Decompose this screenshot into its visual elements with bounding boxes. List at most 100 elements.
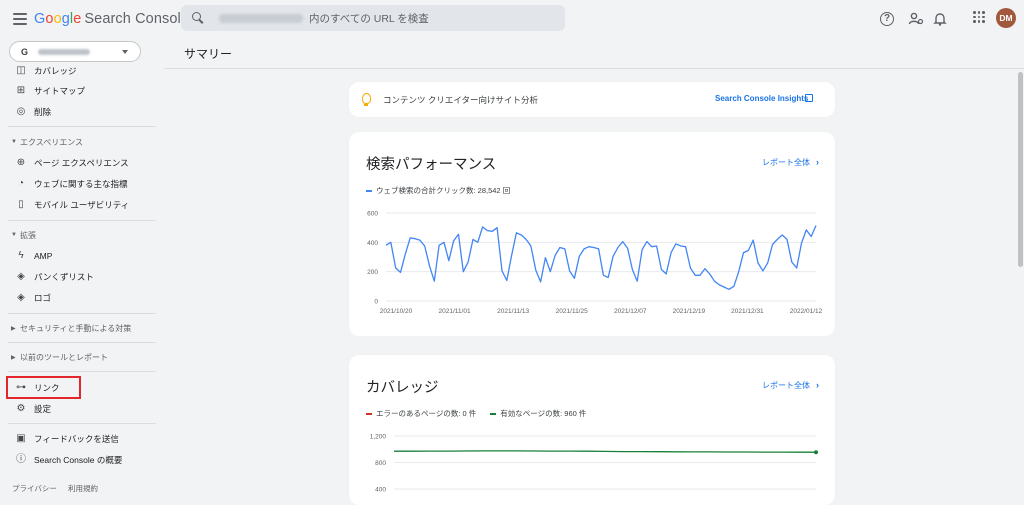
- x-tick-label: 2021/12/31: [731, 308, 764, 315]
- caret-down-icon: ▼: [11, 139, 17, 145]
- sidebar-item-breadcrumbs[interactable]: ◈ パンくずリスト: [0, 267, 164, 287]
- redacted-property: [38, 48, 91, 55]
- divider: [8, 313, 156, 314]
- x-tick-label: 2022/01/12: [790, 308, 823, 315]
- y-tick-label: 600: [367, 211, 378, 218]
- search-icon: [191, 11, 205, 25]
- divider: [8, 342, 156, 343]
- page-header: サマリー: [164, 38, 1024, 69]
- sidebar-item-page-experience[interactable]: ⊕ ページ エクスペリエンス: [0, 153, 164, 173]
- section-enhancements[interactable]: ▼ 拡張: [0, 227, 164, 243]
- divider: [8, 126, 156, 127]
- y-tick-label: 0: [374, 299, 378, 306]
- y-tick-label: 400: [367, 240, 378, 247]
- highlight-box: [6, 376, 81, 399]
- property-icon: G: [21, 46, 29, 57]
- insights-card[interactable]: コンテンツ クリエイター向けサイト分析 Search Console Insig…: [349, 82, 835, 117]
- end-point-marker: [814, 450, 818, 455]
- coverage-card: カバレッジ レポート全体 › エラーのあるページの数: 0 件 有効なページの数:…: [349, 355, 835, 505]
- avatar[interactable]: DM: [996, 8, 1016, 28]
- logo-icon: ◈: [17, 292, 25, 303]
- menu-icon[interactable]: [10, 9, 30, 29]
- section-label: エクスペリエンス: [20, 137, 84, 147]
- property-selector[interactable]: G: [9, 41, 141, 62]
- sidebar-item-label: AMP: [34, 251, 53, 261]
- privacy-link[interactable]: プライバシー: [12, 484, 57, 493]
- app-logo[interactable]: Google Search Console: [34, 11, 189, 27]
- section-security[interactable]: ▶ セキュリティと手動による対策: [0, 320, 164, 336]
- logo-letter: g: [61, 11, 70, 27]
- section-label: 以前のツールとレポート: [20, 352, 108, 362]
- search-placeholder: 内のすべての URL を検査: [309, 12, 429, 25]
- lightbulb-icon: [362, 93, 371, 106]
- caret-right-icon: ▶: [11, 325, 16, 332]
- breadcrumb-icon: ◈: [17, 271, 25, 282]
- notifications-bell-icon[interactable]: [931, 10, 949, 28]
- sidebar-item-amp[interactable]: ϟ AMP: [0, 246, 164, 266]
- redacted-domain: [219, 13, 303, 23]
- sidebar-item-coverage[interactable]: ◫ カバレッジ: [0, 61, 164, 81]
- section-label: 拡張: [20, 230, 36, 240]
- manage-users-icon[interactable]: [907, 10, 925, 28]
- amp-icon: ϟ: [18, 250, 24, 261]
- x-tick-label: 2021/12/19: [673, 308, 706, 315]
- sidebar-item-sitemaps[interactable]: ⊞ サイトマップ: [0, 81, 164, 101]
- x-tick-label: 2021/11/13: [497, 308, 529, 315]
- sidebar-item-label: 削除: [34, 107, 52, 117]
- x-tick-label: 2021/12/07: [614, 308, 647, 315]
- sidebar-item-settings[interactable]: ⚙ 設定: [0, 399, 164, 419]
- x-tick-label: 2021/11/01: [439, 308, 471, 315]
- sidebar-item-about[interactable]: ⓘ Search Console の概要: [0, 450, 164, 470]
- sidebar-item-feedback[interactable]: ▣ フィードバックを送信: [0, 429, 164, 449]
- caret-down-icon: ▼: [11, 232, 17, 238]
- removal-icon: ◎: [16, 106, 26, 117]
- coverage-chart: 400 800 1,200: [370, 434, 818, 494]
- caret-right-icon: ▶: [11, 354, 16, 361]
- page-title: サマリー: [184, 47, 233, 61]
- x-tick-label: 2021/10/20: [380, 308, 413, 315]
- divider: [8, 220, 156, 221]
- insights-link[interactable]: Search Console Insights: [715, 94, 808, 103]
- settings-icon: ⚙: [16, 403, 26, 414]
- sidebar-item-label: モバイル ユーザビリティ: [34, 200, 130, 210]
- sidebar-item-label: ロゴ: [34, 293, 52, 303]
- feedback-icon: ▣: [16, 433, 26, 444]
- logo-product-name: Search Console: [84, 11, 189, 27]
- url-inspect-search[interactable]: 内のすべての URL を検査: [181, 5, 565, 31]
- sidebar-item-label: パンくずリスト: [34, 272, 94, 282]
- scrollbar-thumb[interactable]: [1018, 72, 1023, 267]
- section-label: セキュリティと手動による対策: [20, 323, 132, 333]
- section-legacy-tools[interactable]: ▶ 以前のツールとレポート: [0, 349, 164, 365]
- x-tick-label: 2021/11/25: [556, 308, 588, 315]
- y-tick-label: 1,200: [370, 434, 387, 441]
- sidebar-item-label: カバレッジ: [34, 66, 77, 76]
- series-line[interactable]: [394, 450, 816, 453]
- y-tick-label: 200: [367, 269, 378, 276]
- help-icon[interactable]: ?: [880, 12, 894, 26]
- series-line[interactable]: [385, 225, 817, 290]
- sidebar-item-web-vitals[interactable]: ◔ ウェブに関する主な指標: [0, 174, 164, 194]
- y-tick-label: 800: [375, 460, 386, 467]
- sidebar-item-label: ウェブに関する主な指標: [34, 179, 128, 189]
- open-external-icon: [805, 94, 813, 102]
- footer-links: プライバシー 利用規約: [12, 483, 107, 494]
- insights-text: コンテンツ クリエイター向けサイト分析: [383, 95, 539, 105]
- terms-link[interactable]: 利用規約: [68, 484, 98, 493]
- sidebar-item-label: 設定: [34, 404, 52, 414]
- divider: [8, 423, 156, 424]
- performance-chart: 0 200 400 600 2021/10/20 2021/11/01 2021/11/13…: [367, 211, 823, 316]
- sidebar-item-logos[interactable]: ◈ ロゴ: [0, 288, 164, 308]
- section-experience[interactable]: ▼ エクスペリエンス: [0, 134, 164, 150]
- sidebar-item-mobile-usability[interactable]: ▯ モバイル ユーザビリティ: [0, 195, 164, 215]
- top-bar: Google Search Console 内のすべての URL を検査 ? DM: [0, 0, 1024, 38]
- web-vitals-icon: ◔: [17, 178, 25, 189]
- info-icon: ⓘ: [16, 454, 26, 465]
- divider: [8, 371, 156, 372]
- apps-grid-icon[interactable]: [973, 11, 985, 23]
- sitemap-icon: ⊞: [16, 85, 26, 96]
- logo-letter: e: [73, 11, 82, 27]
- sidebar-item-label: ページ エクスペリエンス: [34, 158, 129, 168]
- performance-card: 検索パフォーマンス レポート全体 › ウェブ検索の合計クリック数: 28,542 …: [349, 132, 835, 336]
- sidebar-item-removals[interactable]: ◎ 削除: [0, 102, 164, 122]
- mobile-icon: ▯: [18, 199, 24, 210]
